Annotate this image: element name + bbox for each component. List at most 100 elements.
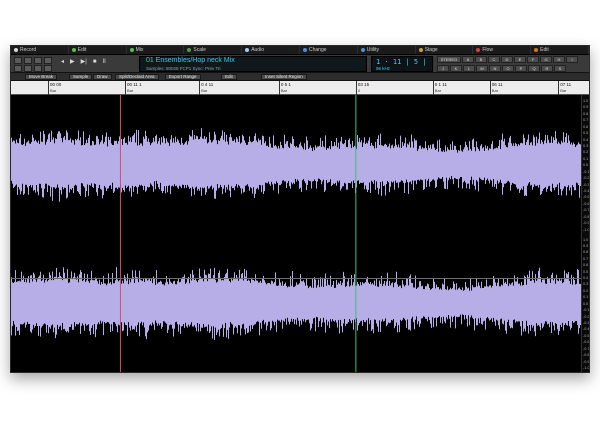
palette-tool-12[interactable]: L [463,64,475,72]
amplitude-label: 0.8 [583,250,589,255]
file-info: Samples: 80028 FCP1 Sync: Prev Tri [146,66,221,71]
command-button-0[interactable]: Move Break [25,74,58,80]
play-to-end-button[interactable]: ▶| [81,58,87,67]
counter-time: 1 · 11 | 5 | [376,58,427,66]
amplitude-label: -0.4 [583,327,590,332]
ruler-label: 00 00 [50,82,62,87]
tab-status-icon [360,48,365,52]
tool-draw-button[interactable] [24,57,32,64]
tool-grid-button[interactable] [14,65,22,72]
workspace-tab-2[interactable]: Mix [127,46,185,54]
command-button-5[interactable]: Edit [221,74,237,80]
palette-tool-1[interactable]: A [462,56,474,63]
workspace-tab-6[interactable]: Utility [358,46,416,54]
palette-tool-10[interactable]: J [437,64,449,72]
ruler-sublabel: Bar [201,88,208,93]
ruler-tick [489,81,491,95]
tool-snap-button[interactable] [24,65,32,72]
amplitude-label: -0.1 [583,169,590,174]
palette-tool-16[interactable]: P [515,64,527,72]
amplitude-label: -0.7 [583,208,590,213]
ruler-sublabel: Bar [491,88,499,93]
ruler-sublabel: Bar [434,88,442,93]
time-counter[interactable]: 1 · 11 | 5 | 96 kHz [371,56,433,72]
amplitude-label: 0.6 [583,124,589,129]
tool-loop-button[interactable] [34,65,42,72]
edit-command-bar: Move Break Sample Draw Split/Declaid Area Ex… [11,73,589,81]
audio-editor-window: Record Edit Mix Scale Audio Change Utility Stag… [10,45,590,373]
tool-trim-button[interactable] [44,57,52,64]
command-button-6[interactable]: Inset Silent Region [261,74,307,80]
palette-tool-19[interactable]: S [554,64,566,72]
workspace-tab-1[interactable]: Edit [69,46,127,54]
play-button[interactable]: ▶ [70,58,75,67]
tab-label: Record [20,46,37,53]
channel-divider [11,278,581,279]
palette-tool-4[interactable]: D [501,56,513,63]
waveform-display[interactable] [11,95,581,372]
tool-select-button[interactable] [14,57,22,64]
amplitude-label: -0.9 [583,221,590,226]
palette-tool-9[interactable]: I [566,56,578,63]
ruler-tick [199,81,201,95]
amplitude-label: 0.7 [583,256,589,261]
amplitude-label: 0.4 [583,276,589,281]
palette-tool-0[interactable]: STEREO [437,56,461,63]
tab-status-icon [187,48,192,52]
command-button-2[interactable]: Draw [93,74,112,80]
ruler-label: 0 4 11 [201,82,214,87]
amplitude-label: -1.0 [583,227,590,232]
tab-status-icon [245,48,250,52]
ruler-tick [278,81,280,95]
palette-tool-11[interactable]: K [450,64,462,72]
palette-tool-2[interactable]: B [475,56,487,63]
ruler-sublabel: Bar [280,88,288,93]
amplitude-label: -0.6 [583,201,590,206]
command-button-1[interactable]: Sample [69,74,93,80]
palette-tool-13[interactable]: M [476,64,488,72]
workspace-tab-bar: Record Edit Mix Scale Audio Change Utility Stag… [11,46,589,55]
rewind-button[interactable]: ◂ [61,58,64,67]
sample-rate: 96 kHz [376,66,391,71]
stop-button[interactable]: ■ [93,58,97,67]
tab-status-icon [14,48,18,52]
palette-tool-3[interactable]: C [488,56,500,63]
amplitude-label: 1.0 [583,237,589,242]
palette-tool-7[interactable]: G [540,56,552,63]
tool-zoom-button[interactable] [34,57,42,64]
workspace-tab-4[interactable]: Audio [242,46,300,54]
ruler-tick [355,81,357,95]
palette-tool-14[interactable]: N [489,64,501,72]
amplitude-label: -0.9 [583,359,590,364]
palette-tool-5[interactable]: E [514,56,526,63]
amplitude-label: 0.0 [583,163,589,168]
workspace-tab-9[interactable]: Edit [531,46,589,54]
amplitude-label: 0.3 [583,143,589,148]
workspace-tab-0[interactable]: Record [11,46,69,54]
workspace-tab-7[interactable]: Stage [416,46,474,54]
amplitude-label: -0.8 [583,353,590,358]
pause-button[interactable]: II [102,58,105,67]
workspace-tab-3[interactable]: Scale [184,46,243,54]
ruler-label: 07 11 [560,82,572,87]
palette-tool-8[interactable]: H [553,56,565,63]
amplitude-label: 0.4 [583,137,589,142]
tab-label: Audio [251,46,264,53]
palette-tool-15[interactable]: O [502,64,514,72]
workspace-tab-8[interactable]: Flow [473,46,532,54]
tool-link-button[interactable] [44,65,52,72]
tab-status-icon [476,48,481,52]
transport-controls: ◂ ▶ ▶| ■ II [61,58,106,67]
palette-tool-18[interactable]: R [541,64,553,72]
ruler-label: 06 11 [491,82,503,87]
amplitude-label: -0.5 [583,195,590,200]
palette-tool-6[interactable]: F [527,56,539,63]
tab-label: Scale [193,46,206,53]
command-button-4[interactable]: Export Range [165,74,201,80]
tab-label: Utility [366,46,380,53]
command-button-3[interactable]: Split/Declaid Area [115,74,159,80]
amplitude-label: -0.5 [583,333,590,338]
timeline-ruler[interactable]: 00 00 Bar 00 11 1 Bar 0 4 11 Bar 0 5 1 Bar 03 15… [11,81,589,95]
palette-tool-17[interactable]: Q [528,64,540,72]
workspace-tab-5[interactable]: Change [300,46,358,54]
